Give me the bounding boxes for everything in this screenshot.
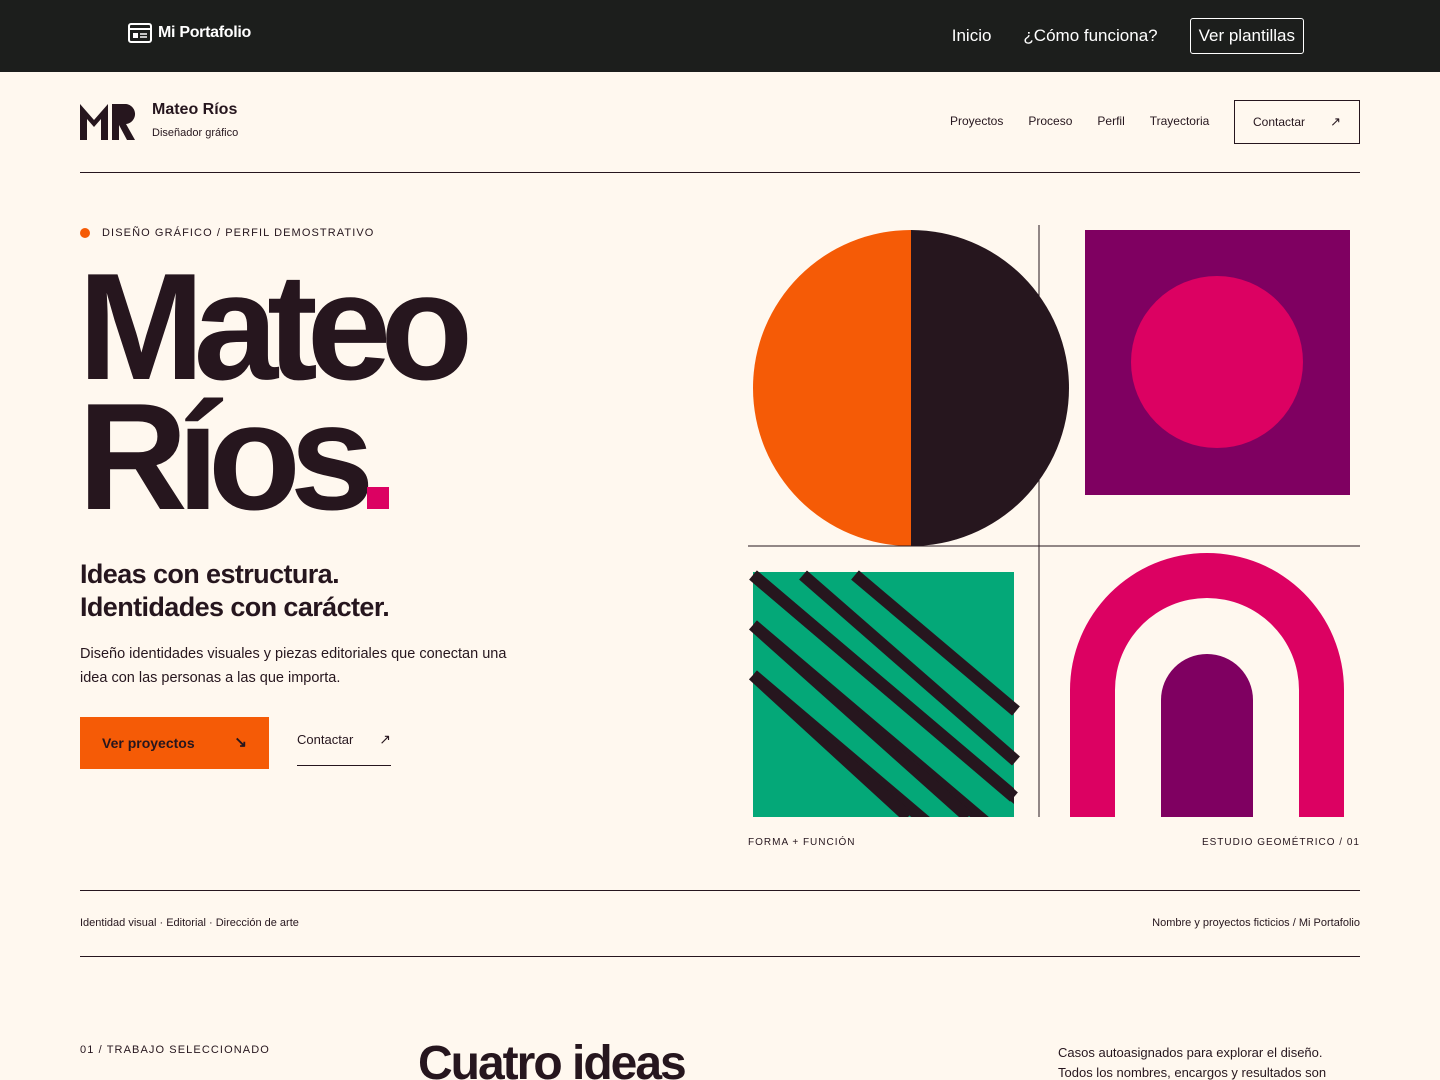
site-name: Mateo Ríos: [152, 101, 238, 118]
dark-half-circle: [911, 230, 1069, 546]
hero-contact-link[interactable]: Contactar ↗: [297, 731, 391, 766]
hero-title-line2: Ríos: [78, 372, 374, 542]
hero-contact-label: Contactar: [297, 732, 354, 747]
top-nav-como-funciona[interactable]: ¿Cómo funciona?: [1023, 26, 1157, 46]
services-list: Identidad visual · Editorial · Dirección…: [80, 917, 299, 929]
orange-half-circle: [753, 230, 911, 546]
hero-eyebrow-text: DISEÑO GRÁFICO / PERFIL DEMOSTRATIVO: [102, 227, 375, 239]
geometric-artwork: [748, 225, 1360, 817]
mr-logo-icon[interactable]: [80, 104, 136, 140]
arrow-down-right-icon: ↘: [234, 734, 247, 751]
ver-proyectos-button[interactable]: Ver proyectos ↘: [80, 717, 269, 769]
header-divider: [80, 172, 1360, 173]
section-text: Casos autoasignados para explorar el dis…: [1058, 1045, 1327, 1080]
nav-perfil[interactable]: Perfil: [1097, 114, 1124, 128]
purple-inner-arch: [1161, 654, 1253, 817]
hero-tagline: Ideas con estructura. Identidades con ca…: [80, 558, 390, 624]
header-contact-label: Contactar: [1253, 115, 1306, 129]
nav-proceso[interactable]: Proceso: [1028, 114, 1072, 128]
art-caption-right: ESTUDIO GEOMÉTRICO / 01: [1201, 837, 1360, 848]
site-role: Diseñador gráfico: [152, 127, 239, 139]
strip-top-divider: [80, 890, 1360, 891]
tagline-line2: Identidades con carácter.: [80, 592, 390, 622]
magenta-circle: [1131, 276, 1303, 448]
orange-dot-icon: [80, 228, 90, 238]
hero-title: Mateo Ríos: [78, 251, 473, 533]
disclaimer-text: Nombre y proyectos ficticios / Mi Portaf…: [1152, 917, 1360, 929]
top-nav: Inicio ¿Cómo funciona? Ver plantillas: [920, 18, 1304, 54]
section-title: Cuatro ideas: [418, 1037, 687, 1080]
brand-name: Mi Portafolio: [158, 24, 251, 41]
browser-window-icon: [128, 23, 152, 43]
tagline-line1: Ideas con estructura.: [80, 559, 340, 589]
nav-trayectoria[interactable]: Trayectoria: [1150, 114, 1210, 128]
top-nav-inicio[interactable]: Inicio: [952, 26, 992, 46]
top-bar: Mi Portafolio Inicio ¿Cómo funciona? Ver…: [0, 0, 1440, 72]
nav-proyectos[interactable]: Proyectos: [950, 114, 1003, 128]
brand-link[interactable]: Mi Portafolio: [128, 23, 251, 43]
hero-eyebrow: DISEÑO GRÁFICO / PERFIL DEMOSTRATIVO: [80, 227, 374, 239]
header-contact-button[interactable]: Contactar ↗: [1234, 100, 1360, 144]
ver-proyectos-label: Ver proyectos: [102, 735, 195, 751]
ver-plantillas-button[interactable]: Ver plantillas: [1189, 18, 1304, 54]
section-label: 01 / TRABAJO SELECCIONADO: [80, 1044, 270, 1056]
strip-bottom-divider: [80, 956, 1360, 957]
magenta-square-icon: [367, 487, 390, 509]
art-caption-left: FORMA + FUNCIÓN: [748, 837, 856, 848]
main-nav: Proyectos Proceso Perfil Trayectoria: [950, 114, 1234, 128]
arrow-up-right-icon: ↗: [379, 731, 391, 747]
arrow-up-right-icon: ↗: [1330, 114, 1341, 129]
hero-description: Diseño identidades visuales y piezas edi…: [80, 646, 507, 686]
